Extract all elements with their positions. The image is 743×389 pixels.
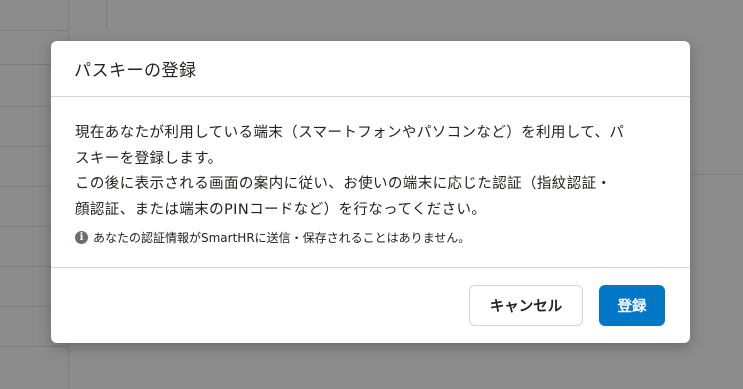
description-line: 顔認証、または端末のPINコードなど）を行なってください。 xyxy=(75,201,487,218)
passkey-register-dialog: パスキーの登録 現在あなたが利用している端末（スマートフォンやパソコンなど）を利… xyxy=(51,41,690,343)
description-line: スキーを登録します。 xyxy=(75,150,223,167)
privacy-note-text: あなたの認証情報がSmartHRに送信・保存されることはありません。 xyxy=(93,231,471,245)
cancel-button[interactable]: キャンセル xyxy=(469,285,583,326)
background-row-divider xyxy=(0,30,68,31)
register-button[interactable]: 登録 xyxy=(599,285,665,326)
background-divider xyxy=(690,174,743,175)
description-line: この後に表示される画面の案内に従い、お使いの端末に応じた認証（指紋認証・ xyxy=(75,176,612,192)
dialog-title: パスキーの登録 xyxy=(74,61,197,81)
info-icon: i xyxy=(75,231,88,244)
dialog-footer: キャンセル 登録 xyxy=(51,268,690,343)
background-row-divider xyxy=(0,346,68,347)
dialog-description: 現在あなたが利用している端末（スマートフォンやパソコンなど）を利用して、パ スキ… xyxy=(75,121,666,223)
dialog-body: 現在あなたが利用している端末（スマートフォンやパソコンなど）を利用して、パ スキ… xyxy=(51,97,690,268)
privacy-note: i あなたの認証情報がSmartHRに送信・保存されることはありません。 xyxy=(75,229,666,246)
description-line: 現在あなたが利用している端末（スマートフォンやパソコンなど）を利用して、パ xyxy=(75,125,625,141)
dialog-header: パスキーの登録 xyxy=(51,41,690,97)
background-column-divider xyxy=(106,0,107,30)
